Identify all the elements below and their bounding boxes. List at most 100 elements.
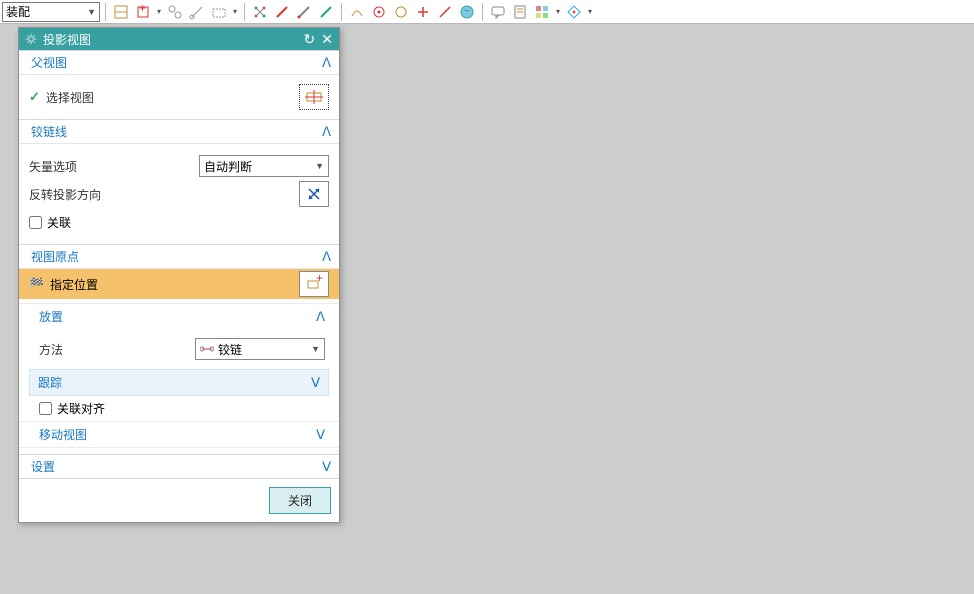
reverse-button[interactable] [299, 181, 329, 207]
line-red-icon[interactable] [272, 2, 292, 22]
panel-title: 投影视图 [43, 31, 91, 48]
assoc-checkbox[interactable]: 关联 [29, 214, 71, 231]
assoc-checkbox-input[interactable] [29, 216, 42, 229]
grid-icon[interactable] [532, 2, 552, 22]
part-line [609, 286, 759, 287]
align-assoc-checkbox[interactable]: 关联对齐 [39, 400, 325, 417]
method-value: 铰链 [218, 341, 242, 358]
target-icon[interactable] [369, 2, 389, 22]
chevron-down-icon: ᐯ [316, 427, 325, 443]
z-axis-label: Z [685, 203, 692, 215]
vector-option-combo[interactable]: 自动判断 ▼ [199, 155, 329, 177]
align-assoc-label: 关联对齐 [57, 400, 105, 417]
section-header-label: 铰链线 [31, 123, 67, 140]
section-settings[interactable]: 设置 ᐯ [19, 454, 339, 478]
svg-text:+: + [316, 275, 323, 285]
separator [341, 3, 342, 21]
method-combo[interactable]: 铰链 ▼ [195, 338, 325, 360]
section-header-label: 视图原点 [31, 248, 79, 265]
swap-icon [306, 186, 322, 202]
specify-location-label: 指定位置 [50, 276, 98, 293]
specify-location-row[interactable]: 🏁 指定位置 + [19, 269, 339, 299]
y-axis-line [682, 355, 822, 356]
close-button[interactable]: 关闭 [269, 487, 331, 514]
check-icon: ✓ [29, 89, 40, 105]
panel-header[interactable]: 投影视图 ↻ ✕ [19, 28, 339, 50]
svg-text:+: + [139, 4, 146, 15]
section-header-label: 设置 [31, 458, 55, 475]
tool-icon-2[interactable]: + [133, 2, 153, 22]
dropdown-icon[interactable]: ▾ [231, 7, 239, 16]
crosshair-icon [305, 88, 323, 106]
green-arrow-icon [682, 289, 747, 293]
move-view-label: 移动视图 [39, 426, 87, 443]
close-icon[interactable]: ✕ [321, 31, 333, 48]
select-view-label: 选择视图 [46, 89, 94, 106]
circle-icon[interactable] [391, 2, 411, 22]
chevron-down-icon: ▼ [87, 7, 96, 17]
section-origin[interactable]: 视图原点 ᐱ [19, 244, 339, 268]
tool-icon-5[interactable] [209, 2, 229, 22]
panel-footer: 关闭 [19, 478, 339, 522]
origin-marker: x [678, 350, 684, 362]
plus-icon[interactable] [413, 2, 433, 22]
chevron-up-icon: ᐱ [316, 309, 325, 325]
chat-icon[interactable] [488, 2, 508, 22]
z-axis-line [682, 137, 684, 447]
separator [105, 3, 106, 21]
line-green-icon[interactable] [316, 2, 336, 22]
chevron-up-icon: ᐱ [322, 124, 331, 140]
dropdown-icon[interactable]: ▾ [586, 7, 594, 16]
dropdown-icon[interactable]: ▾ [155, 7, 163, 16]
align-assoc-checkbox-input[interactable] [39, 402, 52, 415]
tool-icon-1[interactable] [111, 2, 131, 22]
line-gray-icon[interactable] [294, 2, 314, 22]
chevron-down-icon: ᐯ [322, 459, 331, 475]
view-frame[interactable] [527, 131, 844, 448]
point-icon: + [305, 275, 323, 293]
toolbar-combo-label: 装配 [6, 3, 30, 20]
track-label: 跟踪 [38, 374, 62, 391]
doc-icon[interactable] [510, 2, 530, 22]
chevron-up-icon: ᐱ [322, 249, 331, 265]
chevron-up-icon: ᐱ [322, 55, 331, 71]
select-view-button[interactable] [299, 84, 329, 110]
arc-icon[interactable] [347, 2, 367, 22]
specify-location-button[interactable]: + [299, 271, 329, 297]
chevron-down-icon: ᐯ [311, 375, 320, 391]
y-axis-label: Y [828, 346, 836, 360]
gear-icon [25, 33, 37, 45]
projection-view-panel: 投影视图 ↻ ✕ 父视图 ᐱ ✓ 选择视图 铰链线 ᐱ 矢量选项 自动判断 [18, 27, 340, 523]
method-label: 方法 [39, 341, 63, 358]
placement-header[interactable]: 放置 ᐱ [19, 303, 339, 329]
main-toolbar: 装配 ▼ + ▾ ▾ ▾ ▾ [0, 0, 974, 24]
dropdown-icon[interactable]: ▾ [554, 7, 562, 16]
hinge-icon [200, 342, 214, 356]
section-hinge-body: 矢量选项 自动判断 ▼ 反转投影方向 关联 [19, 143, 339, 244]
flag-icon: 🏁 [29, 277, 44, 291]
separator [244, 3, 245, 21]
combo-value: 自动判断 [204, 158, 252, 175]
chevron-down-icon: ▼ [311, 344, 320, 354]
assoc-label: 关联 [47, 214, 71, 231]
section-parent-view-body: ✓ 选择视图 [19, 74, 339, 119]
snap-points-icon[interactable] [250, 2, 270, 22]
placement-label: 放置 [39, 308, 63, 325]
diamond-icon[interactable] [564, 2, 584, 22]
reverse-label: 反转投影方向 [29, 186, 101, 203]
tool-icon-3[interactable] [165, 2, 185, 22]
toolbar-combo[interactable]: 装配 ▼ [2, 2, 100, 22]
move-view-header[interactable]: 移动视图 ᐯ [19, 421, 339, 448]
line2-icon[interactable] [435, 2, 455, 22]
separator [482, 3, 483, 21]
section-parent-view[interactable]: 父视图 ᐱ [19, 50, 339, 74]
vector-option-label: 矢量选项 [29, 158, 77, 175]
track-row[interactable]: 跟踪 ᐯ [29, 369, 329, 396]
chevron-down-icon: ▼ [315, 161, 324, 171]
globe-icon[interactable] [457, 2, 477, 22]
tool-icon-4[interactable] [187, 2, 207, 22]
part-rect-top [609, 223, 759, 281]
refresh-icon[interactable]: ↻ [304, 31, 316, 48]
section-hinge[interactable]: 铰链线 ᐱ [19, 119, 339, 143]
section-origin-body: 🏁 指定位置 + 放置 ᐱ 方法 铰链 [19, 268, 339, 454]
